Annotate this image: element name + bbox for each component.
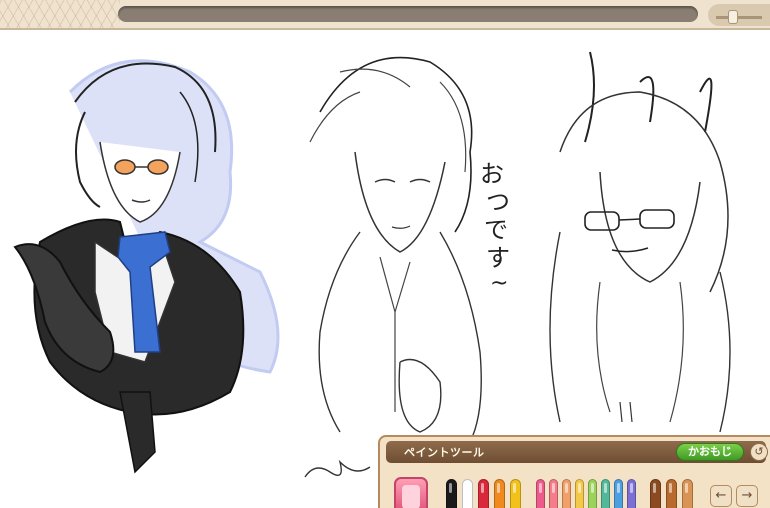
color-pen[interactable] bbox=[494, 479, 505, 508]
color-pen[interactable] bbox=[478, 479, 489, 508]
color-pen[interactable] bbox=[562, 479, 571, 508]
paint-tool-panel: ペイントツール かおもじ ↺ ← → bbox=[378, 435, 770, 508]
slider-track bbox=[716, 16, 762, 19]
handwritten-char: で bbox=[484, 216, 508, 244]
color-pen[interactable] bbox=[575, 479, 584, 508]
color-pen[interactable] bbox=[666, 479, 677, 508]
panel-header: ペイントツール かおもじ ↺ bbox=[386, 441, 768, 463]
handwritten-text: お つ で す ~ bbox=[480, 160, 510, 296]
handwritten-char: お bbox=[480, 160, 504, 188]
color-pen[interactable] bbox=[446, 479, 457, 508]
slider-knob[interactable] bbox=[728, 10, 738, 24]
timer-progress-bar bbox=[118, 6, 698, 22]
eraser-tool-button[interactable] bbox=[394, 477, 428, 508]
color-pen[interactable] bbox=[549, 479, 558, 508]
next-page-button[interactable]: → bbox=[736, 485, 758, 507]
top-bar bbox=[0, 0, 770, 30]
handwritten-char: す bbox=[486, 244, 510, 272]
color-pen[interactable] bbox=[682, 479, 693, 508]
kaomoji-button[interactable]: かおもじ bbox=[676, 443, 744, 461]
panel-title: ペイントツール bbox=[404, 446, 485, 459]
color-pen[interactable] bbox=[627, 479, 636, 508]
color-pen[interactable] bbox=[601, 479, 610, 508]
color-pen[interactable] bbox=[536, 479, 545, 508]
color-pen[interactable] bbox=[588, 479, 597, 508]
handwritten-char: つ bbox=[486, 188, 510, 216]
color-pen[interactable] bbox=[510, 479, 521, 508]
eraser-icon bbox=[402, 485, 420, 508]
color-pen[interactable] bbox=[614, 479, 623, 508]
decorative-pattern bbox=[0, 0, 120, 28]
size-slider[interactable] bbox=[708, 4, 770, 26]
color-palette bbox=[446, 479, 706, 508]
undo-icon[interactable]: ↺ bbox=[750, 443, 768, 461]
color-pen[interactable] bbox=[650, 479, 661, 508]
handwritten-char: ~ bbox=[490, 271, 508, 296]
prev-page-button[interactable]: ← bbox=[710, 485, 732, 507]
color-pen[interactable] bbox=[462, 479, 473, 508]
